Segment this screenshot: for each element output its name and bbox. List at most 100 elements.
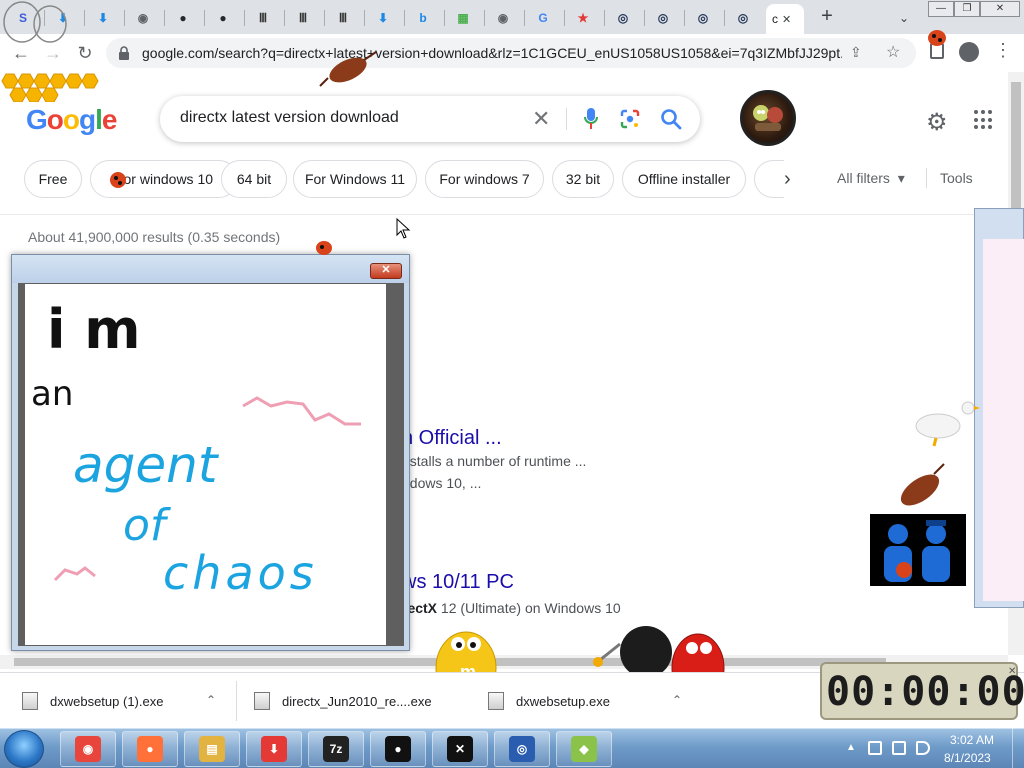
exe-file-icon [254, 692, 270, 710]
chip-32-bit[interactable]: 32 bit [552, 160, 614, 198]
bookmark-star-icon[interactable]: ☆ [886, 42, 900, 62]
browser-tab[interactable]: G [528, 5, 558, 31]
tab-separator [724, 10, 725, 26]
result-2-title-link[interactable]: ws 10/11 PC [402, 571, 514, 594]
clear-search-icon[interactable]: ✕ [532, 106, 550, 132]
start-button[interactable] [4, 730, 44, 768]
search-box[interactable]: directx latest version download ✕ [160, 96, 700, 142]
url-text[interactable]: google.com/search?q=directx+latest+versi… [142, 45, 842, 61]
download-item[interactable]: dxwebsetup.exe [488, 673, 610, 729]
browser-tab[interactable]: ⬇ [368, 5, 398, 31]
clock-date[interactable]: 8/1/2023 [944, 751, 991, 765]
browser-tab[interactable]: ◎ [728, 5, 758, 31]
minimize-button[interactable]: — [928, 1, 954, 17]
goose-icon [915, 401, 980, 447]
globe-icon: ◉ [137, 11, 149, 25]
close-drawing-window-button[interactable]: ✕ [370, 263, 402, 279]
taskbar-goose-button[interactable]: ◆ [556, 731, 612, 767]
clock-time[interactable]: 3:02 AM [950, 733, 994, 747]
tab-separator [604, 10, 605, 26]
taskbar-magnifier-button[interactable]: ◎ [494, 731, 550, 767]
microphone-icon[interactable] [584, 108, 598, 130]
chip-for-windows-7[interactable]: For windows 7 [425, 160, 544, 198]
new-tab-button[interactable]: + [816, 6, 838, 28]
result-1-snippet-line1: nstalls a number of runtime ... [402, 453, 587, 469]
browser-tab[interactable]: ◉ [128, 5, 158, 31]
lens-camera-icon[interactable] [620, 109, 640, 129]
browser-tab[interactable]: Ⅲ [248, 5, 278, 31]
address-bar[interactable]: google.com/search?q=directx+latest+versi… [106, 38, 916, 68]
taskbar-7zip-button[interactable]: 7z [308, 731, 364, 767]
drawing-window-titlebar[interactable]: ✕ [12, 255, 409, 283]
browser-menu-icon[interactable]: ⋮ [994, 40, 1012, 61]
browser-tab[interactable]: Ⅲ [288, 5, 318, 31]
browser-tab[interactable]: ● [208, 5, 238, 31]
download-options-chevron-icon[interactable]: ⌃ [206, 693, 216, 707]
profile-avatar-icon[interactable] [959, 42, 979, 62]
timer-close-icon[interactable]: ✕ [1008, 666, 1016, 677]
drawing-window[interactable]: ✕ i m an agent of chaos [11, 254, 410, 651]
countdown-timer[interactable]: 00:00:00 ✕ [820, 662, 1024, 720]
taskbar-chrome-button[interactable]: ◉ [60, 731, 116, 767]
settings-gear-icon[interactable]: ⚙ [926, 108, 948, 137]
network-icon[interactable] [868, 741, 882, 755]
browser-tab[interactable]: b [408, 5, 438, 31]
download-options-chevron-icon[interactable]: ⌃ [672, 693, 682, 707]
tray-expand-icon[interactable]: ▲ [846, 742, 856, 753]
browser-tab[interactable]: ● [168, 5, 198, 31]
power-icon[interactable] [892, 741, 906, 755]
restore-button[interactable]: ❐ [954, 1, 980, 17]
tab-separator [84, 10, 85, 26]
tab-active[interactable]: c ✕ [766, 4, 804, 34]
taskbar-badtz-maru-button[interactable]: ● [370, 731, 426, 767]
taskbar-lightsaber-button[interactable]: ✕ [432, 731, 488, 767]
tools-button[interactable]: Tools [940, 170, 973, 186]
chip-partial[interactable] [754, 160, 784, 198]
search-divider [566, 108, 567, 130]
exe-file-icon [488, 692, 504, 710]
honeycomb-doodle [1, 73, 99, 102]
tab-separator [284, 10, 285, 26]
archive-icon: Ⅲ [298, 11, 308, 25]
drawing-canvas[interactable]: i m an agent of chaos [25, 284, 386, 645]
logo-letter: o [62, 104, 80, 135]
all-filters-button[interactable]: All filters ▾ [837, 170, 905, 187]
browser-tab[interactable]: ◎ [608, 5, 638, 31]
google-icon: G [538, 11, 548, 25]
browser-tab[interactable]: Ⅲ [328, 5, 358, 31]
share-icon[interactable]: ⇪ [850, 44, 862, 61]
download-item[interactable]: directx_Jun2010_re....exe [254, 673, 432, 729]
browser-tab[interactable]: ◎ [648, 5, 678, 31]
google-apps-icon[interactable] [974, 110, 994, 130]
goose-icon: ◆ [571, 736, 597, 762]
search-icon[interactable] [660, 108, 682, 130]
google-logo[interactable]: Google [26, 104, 117, 136]
lock-icon[interactable] [118, 46, 130, 60]
ladybug-icon [928, 30, 946, 46]
chip-64-bit[interactable]: 64 bit [221, 160, 287, 198]
browser-tab[interactable]: ▦ [448, 5, 478, 31]
taskbar-download-manager-button[interactable]: ⬇ [246, 731, 302, 767]
show-desktop-button[interactable] [1012, 728, 1024, 768]
archive-icon: Ⅲ [258, 11, 268, 25]
volume-icon[interactable] [916, 741, 930, 755]
taskbar-explorer-button[interactable]: ▤ [184, 731, 240, 767]
search-site-icon: ◎ [617, 11, 629, 25]
result-1-title-link[interactable]: n Official ... [402, 427, 502, 450]
chip-free[interactable]: Free [24, 160, 82, 198]
tab-search-button[interactable]: ⌄ [894, 8, 914, 28]
taskbar-firefox-button[interactable]: ● [122, 731, 178, 767]
browser-tab[interactable]: ⬇ [88, 5, 118, 31]
close-window-button[interactable]: ✕ [980, 1, 1020, 17]
chips-next-arrow-icon[interactable]: › [784, 168, 791, 191]
chip-for-windows-11[interactable]: For Windows 11 [293, 160, 417, 198]
search-input[interactable]: directx latest version download [180, 109, 399, 127]
browser-tab[interactable]: ◉ [488, 5, 518, 31]
account-avatar[interactable] [740, 90, 796, 146]
chip-offline-installer[interactable]: Offline installer [622, 160, 746, 198]
close-tab-icon[interactable]: ✕ [782, 13, 791, 26]
browser-tab[interactable]: ★ [568, 5, 598, 31]
download-item[interactable]: dxwebsetup (1).exe [22, 673, 163, 729]
vertical-scroll-thumb[interactable] [1011, 82, 1021, 208]
browser-tab[interactable]: ◎ [688, 5, 718, 31]
